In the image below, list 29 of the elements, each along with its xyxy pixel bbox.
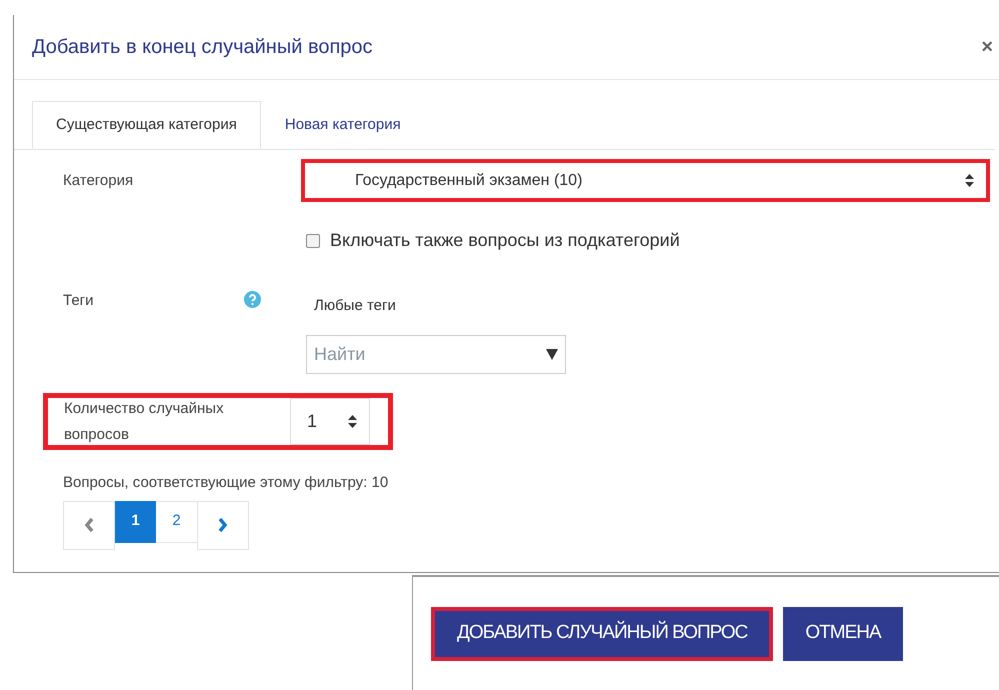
page-link[interactable]: 1	[115, 500, 156, 542]
help-icon[interactable]	[244, 291, 261, 308]
select-value: Государственный экзамен (10)	[355, 170, 582, 190]
tab[interactable]: Новая категория	[260, 101, 425, 149]
cancel-button[interactable]: ОТМЕНА	[783, 606, 903, 660]
dropdown-arrow-icon	[546, 349, 558, 360]
field-label: Категория	[63, 171, 134, 191]
tab[interactable]: Существующая категория	[32, 101, 261, 149]
select-value: 1	[307, 410, 318, 433]
filter-count-text: Вопросы, соответствующие этому фильтру: 10	[63, 473, 390, 493]
close-button[interactable]: ×	[981, 32, 993, 62]
field-label: Теги	[63, 291, 95, 311]
chevron-left-icon	[84, 517, 94, 533]
sort-icon	[965, 174, 974, 187]
field-label: Количество случайных вопросов	[64, 398, 225, 444]
search-input[interactable]: Найти	[314, 341, 514, 368]
checkbox[interactable]	[306, 234, 320, 248]
page-link[interactable]: 2	[156, 500, 197, 542]
sort-icon	[348, 415, 357, 428]
tag-search-field[interactable]: Найти	[306, 335, 566, 374]
tags-value: Любые теги	[314, 296, 396, 316]
add-button[interactable]: ДОБАВИТЬ СЛУЧАЙНЫЙ ВОПРОС	[431, 606, 774, 660]
checkbox-label: Включать также вопросы из подкатегорий	[330, 229, 680, 252]
dialog-title: Добавить в конец случайный вопрос	[32, 35, 373, 60]
count-select[interactable]: 1	[290, 398, 370, 445]
category-select[interactable]: Государственный экзамен (10)	[301, 159, 990, 202]
previous-page-button[interactable]	[63, 500, 115, 550]
next-page-button[interactable]	[197, 500, 249, 550]
chevron-right-icon	[218, 517, 228, 533]
